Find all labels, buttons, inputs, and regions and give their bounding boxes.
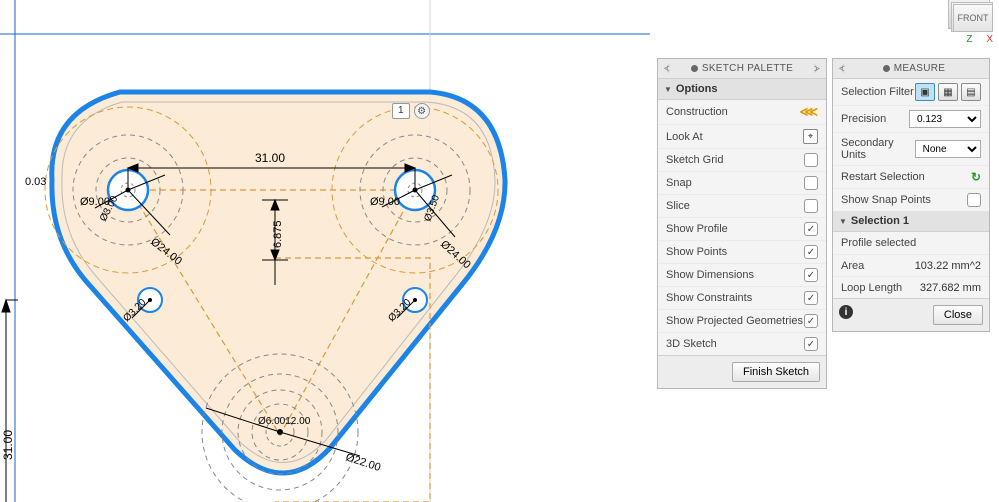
- sketch-grid-label: Sketch Grid: [666, 154, 723, 166]
- view-cube-face-front[interactable]: FRONT: [953, 4, 993, 32]
- sketch-badge-number: 1: [392, 103, 410, 119]
- selection-header[interactable]: Selection 1: [833, 211, 989, 232]
- show-profile-label: Show Profile: [666, 223, 728, 235]
- restart-selection-icon[interactable]: ↻: [971, 170, 981, 184]
- show-projected-label: Show Projected Geometries: [666, 315, 803, 327]
- measure-dot-icon: [883, 65, 890, 72]
- row-show-profile: Show Profile: [658, 217, 826, 240]
- restart-selection-label: Restart Selection: [841, 171, 925, 183]
- panel-collapse-right-icon[interactable]: ⦔: [814, 63, 820, 74]
- slice-label: Slice: [666, 200, 690, 212]
- row-profile-selected: Profile selected: [833, 232, 989, 254]
- dim-bottom-d12: Ø6.0012.00: [258, 416, 311, 427]
- filter-body-button[interactable]: ▦: [938, 83, 958, 101]
- three-d-sketch-label: 3D Sketch: [666, 338, 717, 350]
- sketch-panel-footer: Finish Sketch: [658, 355, 826, 388]
- dim-left-31: 31.00: [1, 430, 15, 460]
- palette-dot-icon: [691, 65, 698, 72]
- row-secondary-units: Secondary Units None: [833, 132, 989, 165]
- area-label: Area: [841, 260, 864, 272]
- row-show-constraints: Show Constraints: [658, 286, 826, 309]
- dim-horizontal-31: 31.00: [255, 151, 285, 165]
- dim-right-d9: Ø9.00: [370, 196, 400, 208]
- row-show-points: Show Points: [658, 240, 826, 263]
- options-header[interactable]: Options: [658, 79, 826, 100]
- sketch-grid-checkbox[interactable]: [804, 153, 818, 167]
- row-look-at: Look At ⌖: [658, 124, 826, 148]
- row-loop-length: Loop Length 327.682 mm: [833, 276, 989, 298]
- show-snap-points-checkbox[interactable]: [967, 193, 981, 207]
- profile-selected-note: Profile selected: [841, 237, 916, 249]
- show-snap-points-label: Show Snap Points: [841, 194, 931, 206]
- gear-icon[interactable]: ⚙: [414, 103, 430, 119]
- dim-vertical-6-875: 6.875: [272, 220, 284, 248]
- row-restart-selection: Restart Selection ↻: [833, 165, 989, 188]
- show-dimensions-label: Show Dimensions: [666, 269, 754, 281]
- row-show-snap-points: Show Snap Points: [833, 188, 989, 211]
- view-cube[interactable]: FRONT Z X: [953, 4, 993, 45]
- filter-component-button[interactable]: ▤: [961, 83, 981, 101]
- dim-bottom-d22: Ø22.00: [344, 451, 382, 474]
- close-button[interactable]: Close: [933, 305, 983, 325]
- construction-icon[interactable]: ⋘: [800, 104, 819, 120]
- look-at-icon[interactable]: ⌖: [803, 129, 818, 144]
- snap-checkbox[interactable]: [804, 176, 818, 190]
- info-icon[interactable]: i: [839, 305, 853, 319]
- sketch-palette-titlebar[interactable]: ⦓ SKETCH PALETTE ⦔: [658, 59, 826, 79]
- secondary-units-select[interactable]: None: [915, 140, 981, 158]
- row-selection-filter: Selection Filter ▣ ▦ ▤: [833, 79, 989, 105]
- slice-checkbox[interactable]: [804, 199, 818, 213]
- row-precision: Precision 0.123: [833, 105, 989, 132]
- sketch-badge[interactable]: 1 ⚙: [392, 103, 430, 119]
- show-points-checkbox[interactable]: [804, 245, 818, 259]
- sketch-palette-title: SKETCH PALETTE: [702, 63, 793, 74]
- sketch-palette-panel: ⦓ SKETCH PALETTE ⦔ Options Construction …: [657, 58, 827, 389]
- row-3d-sketch: 3D Sketch: [658, 332, 826, 355]
- measure-collapse-left-icon[interactable]: ⦓: [839, 63, 845, 74]
- row-area: Area 103.22 mm^2: [833, 254, 989, 276]
- loop-length-label: Loop Length: [841, 282, 902, 294]
- show-projected-checkbox[interactable]: [804, 314, 818, 328]
- dim-offset-03: 0.03: [25, 176, 46, 188]
- loop-length-value: 327.682 mm: [920, 282, 981, 294]
- axis-legend: Z X: [966, 34, 993, 45]
- precision-select[interactable]: 0.123: [909, 110, 981, 128]
- sketch-viewport[interactable]: 31.00 6.875 31.00 0.03 Ø9.00 Ø3.00 Ø24.0…: [0, 0, 650, 502]
- measure-titlebar[interactable]: ⦓ MEASURE: [833, 59, 989, 79]
- measure-title: MEASURE: [894, 63, 946, 74]
- area-value: 103.22 mm^2: [915, 260, 981, 272]
- precision-label: Precision: [841, 113, 886, 125]
- axis-z-label: Z: [966, 34, 972, 45]
- row-construction: Construction ⋘: [658, 100, 826, 124]
- panel-collapse-left-icon[interactable]: ⦓: [664, 63, 670, 74]
- measure-panel: ⦓ MEASURE Selection Filter ▣ ▦ ▤ Precisi…: [832, 58, 990, 332]
- row-snap: Snap: [658, 171, 826, 194]
- finish-sketch-button[interactable]: Finish Sketch: [732, 362, 820, 382]
- row-show-projected: Show Projected Geometries: [658, 309, 826, 332]
- filter-face-button[interactable]: ▣: [915, 83, 935, 101]
- measure-panel-footer: i Close: [833, 298, 989, 331]
- axis-x-label: X: [986, 34, 993, 45]
- show-profile-checkbox[interactable]: [804, 222, 818, 236]
- selection-filter-label: Selection Filter: [841, 86, 914, 98]
- show-constraints-checkbox[interactable]: [804, 291, 818, 305]
- show-points-label: Show Points: [666, 246, 727, 258]
- snap-label: Snap: [666, 177, 692, 189]
- three-d-sketch-checkbox[interactable]: [804, 337, 818, 351]
- row-slice: Slice: [658, 194, 826, 217]
- show-constraints-label: Show Constraints: [666, 292, 752, 304]
- secondary-units-label: Secondary Units: [841, 137, 915, 161]
- look-at-label: Look At: [666, 131, 703, 143]
- row-sketch-grid: Sketch Grid: [658, 148, 826, 171]
- show-dimensions-checkbox[interactable]: [804, 268, 818, 282]
- row-show-dimensions: Show Dimensions: [658, 263, 826, 286]
- construction-label: Construction: [666, 106, 728, 118]
